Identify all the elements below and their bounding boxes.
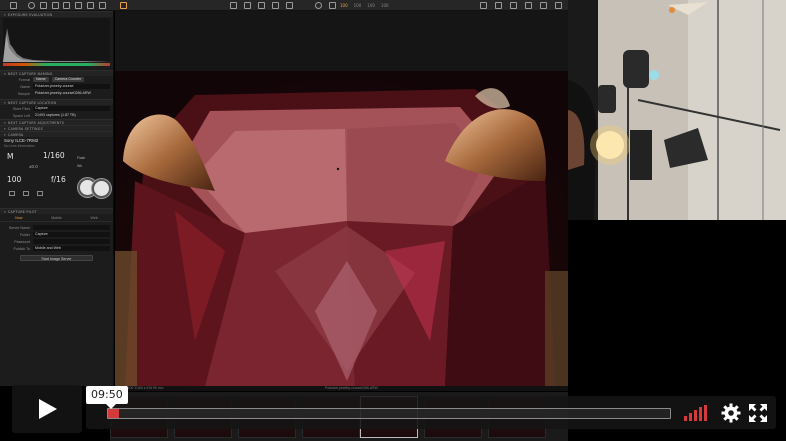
image-viewer[interactable] xyxy=(115,11,568,386)
password-label: Password xyxy=(14,239,30,244)
pan-icon[interactable] xyxy=(230,2,237,9)
studio-webcam-feed xyxy=(568,0,786,220)
pilot-tab[interactable]: Mobile xyxy=(38,216,76,220)
pilot-tab[interactable]: Web xyxy=(75,216,113,220)
undo-icon[interactable] xyxy=(87,2,94,9)
redo-icon[interactable] xyxy=(99,2,106,9)
zoom-tab[interactable]: 100 xyxy=(340,3,348,8)
zoom-tab[interactable]: 100 xyxy=(354,3,362,8)
volume-bar xyxy=(694,410,697,421)
sample-value: Polarizer-jewelry-course0286.ARW xyxy=(35,91,91,95)
publish-row: Publish To Mobile and Web xyxy=(0,245,113,252)
compare-icon[interactable] xyxy=(495,2,502,9)
gemstone-photo xyxy=(115,11,568,386)
fullscreen-icon[interactable] xyxy=(748,403,768,423)
space-left-value: 21493 captures (1.87 TB) xyxy=(35,113,76,117)
space-left-label: Space Left xyxy=(12,113,30,118)
import-icon[interactable] xyxy=(10,2,17,9)
metering-icon[interactable] xyxy=(23,191,29,196)
server-name-field[interactable] xyxy=(33,225,110,230)
format-label: Format xyxy=(18,77,30,82)
zoom-tabs: 100 100 100 100 xyxy=(340,3,389,8)
flash-label[interactable]: Flash xyxy=(77,156,85,160)
start-server-button[interactable]: Start Image Server xyxy=(20,255,93,261)
live-view-icon[interactable] xyxy=(120,2,127,9)
camera-icon[interactable] xyxy=(28,2,35,9)
gear-icon[interactable] xyxy=(721,403,741,423)
pilot-tab[interactable]: Now xyxy=(0,216,38,220)
zoom-tab[interactable]: 100 xyxy=(381,3,389,8)
exposure-panel-header[interactable]: Exposure Evaluation xyxy=(0,11,113,17)
space-left-row: Space Left 21493 captures (1.87 TB) xyxy=(0,112,113,119)
password-row: Password xyxy=(0,238,113,245)
keystone-icon[interactable] xyxy=(272,2,279,9)
drive-icon[interactable] xyxy=(9,191,15,196)
format-chips: Name Camera Counter xyxy=(33,77,86,82)
folder-row: Folder Capture xyxy=(0,231,113,238)
volume-bar xyxy=(689,413,692,421)
player-controls xyxy=(86,396,776,429)
brush-icon[interactable] xyxy=(525,2,532,9)
play-button[interactable] xyxy=(12,385,82,433)
ev-value[interactable]: ±0.0 xyxy=(29,164,38,169)
camera-name: Sony ILCE-7RM2 xyxy=(4,138,39,143)
spot-icon[interactable] xyxy=(286,2,293,9)
sample-row: Sample Polarizer-jewelry-course0286.ARW xyxy=(0,90,113,97)
volume-bar xyxy=(699,407,702,421)
play-icon xyxy=(39,399,57,419)
iso-value[interactable]: 100 xyxy=(7,175,21,184)
time-tooltip: 09:50 xyxy=(86,386,128,409)
image-filename: Polarizer-jewelry-course0286.ARW xyxy=(325,386,378,390)
mask-icon[interactable] xyxy=(315,2,322,9)
store-files-select[interactable]: Capture xyxy=(33,106,110,111)
grid-view-icon[interactable] xyxy=(480,2,487,9)
store-files-row: Store Files Capture xyxy=(0,105,113,112)
name-row: Name Polarizer-jewelry-course xyxy=(0,83,113,90)
grid-icon[interactable] xyxy=(63,2,70,9)
format-chip[interactable]: Name xyxy=(33,77,49,82)
server-name-label: Server Name xyxy=(8,225,30,230)
store-files-label: Store Files xyxy=(12,106,30,111)
progress-bar[interactable] xyxy=(107,408,671,419)
name-field[interactable]: Polarizer-jewelry-course xyxy=(33,84,110,89)
progress-fill xyxy=(108,409,120,418)
picker-icon[interactable] xyxy=(329,2,336,9)
export-icon[interactable] xyxy=(75,2,82,9)
aperture-value[interactable]: f/16 xyxy=(51,175,66,184)
sample-label: Sample xyxy=(17,91,30,96)
pilot-tabs: Now Mobile Web xyxy=(0,214,113,222)
tool-sidebar: Exposure Evaluation Next Capture Naming … xyxy=(0,11,114,386)
mode-value[interactable]: M xyxy=(7,152,13,161)
folder-label: Folder xyxy=(19,232,30,237)
publish-label: Publish To xyxy=(13,246,30,251)
histogram xyxy=(3,18,111,62)
name-label: Name xyxy=(20,84,30,89)
shutter-value[interactable]: 1/160 xyxy=(43,151,65,160)
app-toolbar: 100 100 100 100 xyxy=(0,0,568,11)
focus-icon[interactable] xyxy=(37,191,43,196)
webcam-overlay xyxy=(568,0,786,220)
password-field[interactable] xyxy=(33,239,110,244)
capture-button[interactable] xyxy=(92,179,111,198)
volume-bar xyxy=(704,405,707,421)
help-icon[interactable] xyxy=(555,2,562,9)
trash-icon[interactable] xyxy=(52,2,59,9)
format-row: Format Name Camera Counter xyxy=(0,76,113,83)
format-chip[interactable]: Camera Counter xyxy=(51,77,85,82)
image-info-strip: ISO 100 1/160 s f/16 90 mm Polarizer-jew… xyxy=(115,386,568,391)
wb-label[interactable]: Wb xyxy=(77,164,82,168)
publish-select[interactable]: Mobile and Web xyxy=(33,246,110,251)
crop-icon[interactable] xyxy=(244,2,251,9)
warning-icon[interactable] xyxy=(510,2,517,9)
server-name-row: Server Name xyxy=(0,224,113,231)
zoom-tab[interactable]: 100 xyxy=(367,3,375,8)
volume-icon[interactable] xyxy=(684,405,712,421)
eyedropper-icon[interactable] xyxy=(540,2,547,9)
camera-controls: M 1/160 ±0.0 100 f/16 Flash Wb xyxy=(3,150,111,200)
folder-select[interactable]: Capture xyxy=(33,232,110,237)
folder-icon[interactable] xyxy=(40,2,47,9)
rotate-icon[interactable] xyxy=(258,2,265,9)
volume-bar xyxy=(684,416,687,421)
exposure-meter xyxy=(3,63,110,66)
